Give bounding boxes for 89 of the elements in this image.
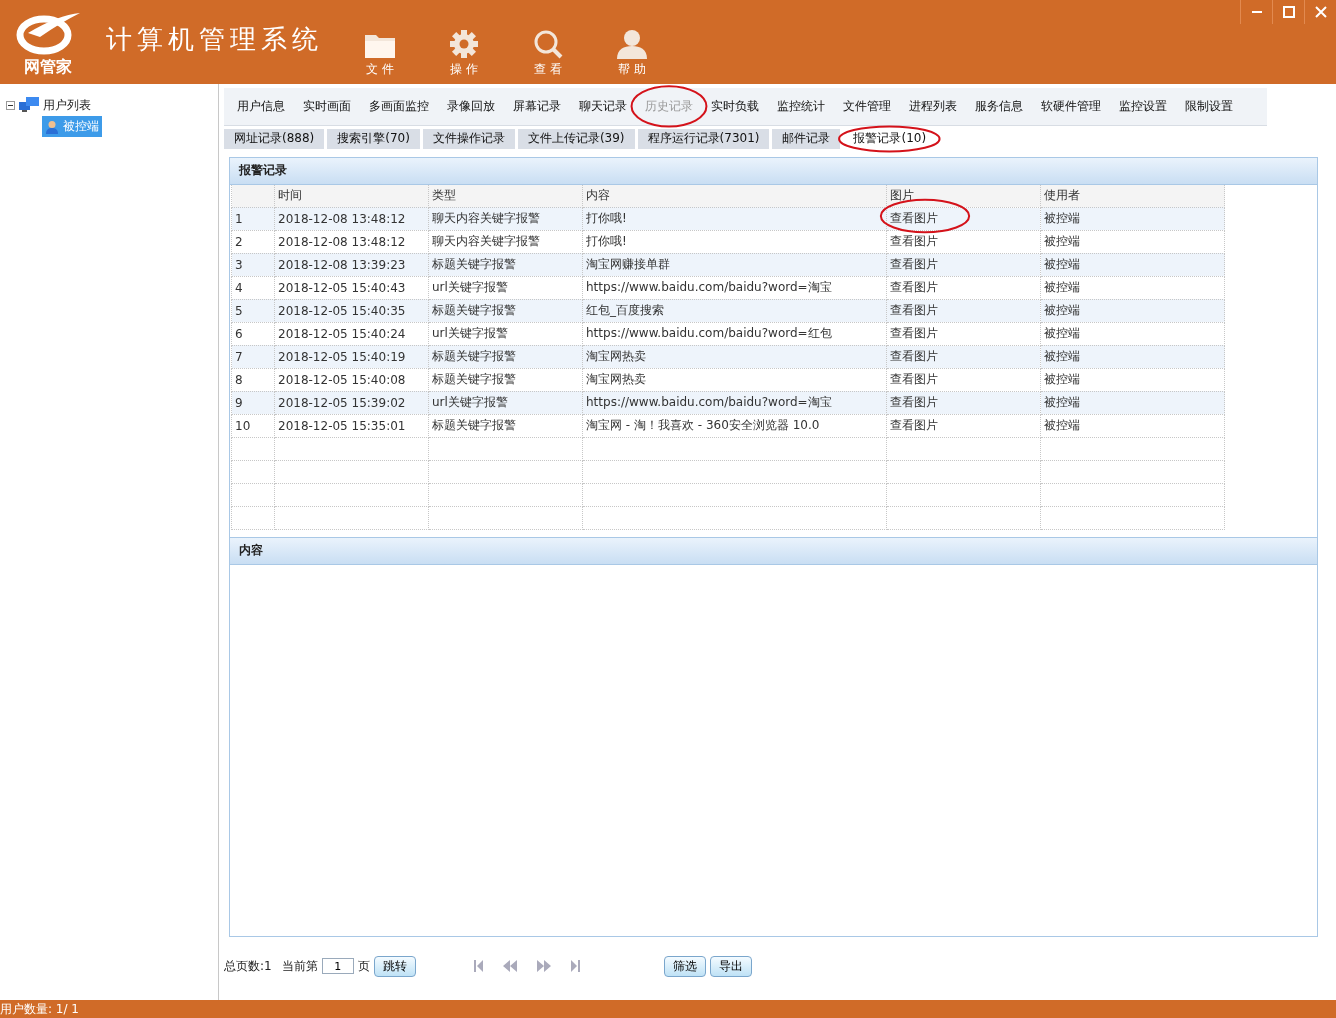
current-page-label: 当前第 <box>281 957 318 975</box>
table-cell: https://www.baidu.com/baidu?word=淘宝 <box>582 391 887 414</box>
nav-tab[interactable]: 实时画面 <box>294 88 360 125</box>
sub-tab[interactable]: 文件操作记录 <box>422 128 515 149</box>
table-cell: 被控端 <box>1040 253 1225 276</box>
logo-text: 网管家 <box>24 57 72 78</box>
toolbar-button[interactable]: 查 看 <box>521 29 575 78</box>
table-cell: 淘宝网 - 淘！我喜欢 - 360安全浏览器 10.0 <box>582 414 887 437</box>
toolbar-button[interactable]: 帮 助 <box>605 29 659 78</box>
minimize-icon <box>1250 11 1263 13</box>
column-header: 使用者 <box>1040 184 1225 207</box>
nav-tab[interactable]: 服务信息 <box>966 88 1032 125</box>
gear-icon <box>449 29 479 59</box>
toolbar-button[interactable]: 文 件 <box>353 31 407 78</box>
panel-header: 内容 <box>230 537 1317 565</box>
nav-tab[interactable]: 聊天记录 <box>570 88 636 125</box>
column-header: 时间 <box>274 184 429 207</box>
nav-tab[interactable]: 限制设置 <box>1176 88 1242 125</box>
sub-tab[interactable]: 网址记录(888) <box>224 128 325 149</box>
page-suffix: 页 <box>357 957 370 975</box>
person-icon <box>615 29 649 59</box>
table-cell: 被控端 <box>1040 345 1225 368</box>
maximize-icon <box>1282 6 1295 18</box>
table-cell: 红包_百度搜索 <box>582 299 887 322</box>
table-cell: 2018-12-05 15:40:35 <box>274 299 429 322</box>
panel-header: 报警记录 <box>230 157 1317 185</box>
sub-tab[interactable]: 搜索引擎(70) <box>327 128 420 149</box>
action-button[interactable]: 筛选 <box>663 955 706 977</box>
table-cell: 标题关键字报警 <box>428 299 583 322</box>
tree-label[interactable]: 用户列表 <box>43 96 91 114</box>
nav-tab[interactable]: 实时负载 <box>702 88 768 125</box>
collapse-icon[interactable] <box>6 100 15 110</box>
toolbar-button[interactable]: 操 作 <box>437 29 491 78</box>
column-header: 内容 <box>582 184 887 207</box>
nav-tab[interactable]: 屏幕记录 <box>504 88 570 125</box>
status-text: 用户数量: 1/ 1 <box>0 1000 79 1018</box>
table-cell: 聊天内容关键字报警 <box>428 207 583 230</box>
table-cell: 标题关键字报警 <box>428 345 583 368</box>
first-page-icon <box>473 959 484 974</box>
row-number: 7 <box>231 345 275 368</box>
nav-tab[interactable]: 录像回放 <box>438 88 504 125</box>
table-cell: 淘宝网热卖 <box>582 345 887 368</box>
table-cell: 2018-12-05 15:39:02 <box>274 391 429 414</box>
row-number: 10 <box>231 414 275 437</box>
table-cell: 2018-12-05 15:40:19 <box>274 345 429 368</box>
table-cell: 被控端 <box>1040 207 1225 230</box>
nav-tab[interactable]: 用户信息 <box>228 88 294 125</box>
logo-icon <box>14 11 82 57</box>
app-title: 计算机管理系统 <box>106 22 323 56</box>
search-icon <box>533 29 563 59</box>
table-cell: 标题关键字报警 <box>428 414 583 437</box>
last-page-icon <box>569 959 580 974</box>
row-number: 3 <box>231 253 275 276</box>
row-number: 9 <box>231 391 275 414</box>
nav-tab[interactable]: 软硬件管理 <box>1032 88 1110 125</box>
action-button[interactable]: 导出 <box>709 955 752 977</box>
next-page-icon <box>535 959 552 974</box>
nav-tab[interactable]: 多画面监控 <box>360 88 438 125</box>
table-cell: 2018-12-08 13:39:23 <box>274 253 429 276</box>
table-cell: 2018-12-05 15:35:01 <box>274 414 429 437</box>
nav-tab[interactable]: 文件管理 <box>834 88 900 125</box>
jump-button[interactable]: 跳转 <box>373 955 416 977</box>
sub-tab[interactable]: 文件上传记录(39) <box>517 128 635 149</box>
nav-tab[interactable]: 进程列表 <box>900 88 966 125</box>
table-cell: 被控端 <box>1040 299 1225 322</box>
page-field[interactable]: 1 <box>321 958 354 975</box>
table-cell: 被控端 <box>1040 391 1225 414</box>
prev-page-icon <box>501 959 518 974</box>
table-cell: url关键字报警 <box>428 391 583 414</box>
close-icon <box>1314 6 1327 18</box>
prev-page-button[interactable] <box>501 959 518 974</box>
last-page-button[interactable] <box>569 959 580 974</box>
user-icon <box>45 119 59 134</box>
table-cell: 打你哦! <box>582 207 887 230</box>
nav-tab[interactable]: 监控统计 <box>768 88 834 125</box>
computers-icon <box>18 96 40 114</box>
table-cell: 淘宝网赚接单群 <box>582 253 887 276</box>
sub-tab[interactable]: 邮件记录 <box>772 128 841 149</box>
sub-tab[interactable]: 程序运行记录(7301) <box>637 128 770 149</box>
page-count: 总页数:1 <box>224 957 272 975</box>
row-number: 1 <box>231 207 275 230</box>
first-page-button[interactable] <box>473 959 484 974</box>
table-cell: 标题关键字报警 <box>428 253 583 276</box>
row-number: 5 <box>231 299 275 322</box>
table-cell: 被控端 <box>1040 414 1225 437</box>
next-page-button[interactable] <box>535 959 552 974</box>
table-cell: 2018-12-08 13:48:12 <box>274 207 429 230</box>
nav-tab[interactable]: 监控设置 <box>1110 88 1176 125</box>
column-header: 类型 <box>428 184 583 207</box>
